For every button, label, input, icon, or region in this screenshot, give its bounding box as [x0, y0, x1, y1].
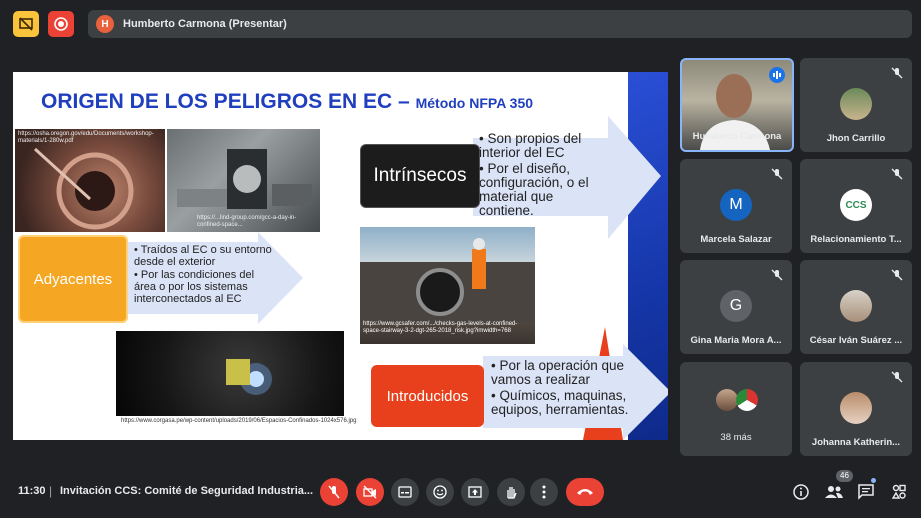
- adyacentes-label: Adyacentes: [33, 270, 113, 288]
- photo3-caption: https://www.gcsafer.com/.../checks-gas-l…: [363, 321, 518, 334]
- more-avatar-1: [716, 389, 738, 411]
- participant-name: Humberto Carmona: [692, 131, 782, 142]
- presenter-avatar: H: [96, 15, 114, 33]
- mic-off-icon: [771, 269, 783, 281]
- shared-slide: ORIGEN DE LOS PELIGROS EN EC – Método NF…: [13, 72, 668, 440]
- slide-title: ORIGEN DE LOS PELIGROS EN EC – Método NF…: [41, 90, 533, 114]
- introducidos-bullet-2: • Químicos, maquinas, equipos, herramien…: [491, 388, 629, 417]
- hand-icon: [507, 487, 517, 499]
- more-vert-icon: [542, 485, 546, 499]
- photo2-caption: https://...lind-group.com/gcc-a-day-in-c…: [197, 215, 297, 228]
- chat-notification-dot: [871, 478, 876, 483]
- participant-avatar: [840, 290, 872, 322]
- reactions-button[interactable]: [426, 478, 454, 506]
- participant-tile-gina[interactable]: G Gina Maria Mora A...: [680, 260, 792, 354]
- presentation-stop-button[interactable]: [13, 11, 39, 37]
- separator: |: [49, 484, 53, 498]
- intrinsecos-bullet-2: • Por el diseño, configuración, o el mat…: [479, 161, 589, 218]
- raise-hand-button[interactable]: [497, 478, 525, 506]
- participant-avatar: M: [720, 189, 752, 221]
- people-icon: [825, 486, 843, 498]
- ccs-logo: CCS: [845, 199, 867, 211]
- present-button[interactable]: [461, 478, 489, 506]
- present-icon: [468, 486, 482, 498]
- intrinsecos-label-box: Intrínsecos: [360, 144, 480, 208]
- participant-tile-marcela[interactable]: M Marcela Salazar: [680, 159, 792, 253]
- people-button[interactable]: [820, 478, 848, 506]
- presenter-label: Humberto Carmona (Presentar): [123, 18, 287, 30]
- participant-name: Gina Maria Mora A...: [690, 335, 782, 346]
- mic-off-icon: [891, 269, 903, 281]
- participant-avatar: [840, 392, 872, 424]
- audio-wave-icon: [773, 71, 781, 79]
- mic-off-icon: [891, 371, 903, 383]
- slide-photo-worker: https://www.gcsafer.com/.../checks-gas-l…: [360, 227, 535, 344]
- introducidos-bullet-1: • Por la operación que vamos a realizar: [491, 358, 625, 387]
- introducidos-label-box: Introducidos: [371, 365, 484, 427]
- meeting-info-button[interactable]: [787, 478, 815, 506]
- captions-icon: [398, 486, 412, 498]
- participant-tile-more[interactable]: 38 más: [680, 362, 792, 456]
- more-options-button[interactable]: [530, 478, 558, 506]
- emoji-icon: [433, 485, 447, 499]
- mic-off-icon: [328, 485, 340, 499]
- participant-tile-humberto[interactable]: Humberto Carmona: [680, 58, 794, 152]
- participant-tile-relacionamiento[interactable]: CCS Relacionamiento T...: [800, 159, 912, 253]
- photo1-caption: https://osha.oregon.gov/edu/Documents/wo…: [18, 131, 154, 144]
- leave-call-button[interactable]: [566, 478, 604, 506]
- more-avatar-2: [736, 389, 758, 411]
- slide-photo-welding: [116, 331, 344, 416]
- phone-hangup-icon: [577, 489, 593, 495]
- record-icon: [54, 17, 68, 31]
- adyacentes-bullet-2: • Por las condiciones del área o por los…: [134, 269, 255, 305]
- more-participants-label: 38 más: [720, 432, 752, 443]
- participant-name: Relacionamiento T...: [810, 234, 902, 245]
- participant-name: Johanna Katherin...: [811, 437, 901, 448]
- info-icon: [793, 484, 809, 500]
- chat-button[interactable]: [852, 478, 880, 506]
- slide-title-main: ORIGEN DE LOS PELIGROS EN EC –: [41, 90, 410, 113]
- meeting-title[interactable]: Invitación CCS: Comité de Seguridad Indu…: [60, 485, 313, 497]
- adyacentes-label-box: Adyacentes: [18, 235, 128, 323]
- participant-name: Jhon Carrillo: [826, 133, 886, 144]
- speaking-indicator: [769, 67, 785, 83]
- chat-icon: [858, 484, 874, 500]
- participant-avatar: CCS: [840, 189, 872, 221]
- intrinsecos-bullet-1: • Son propios del interior del EC: [479, 131, 582, 160]
- recording-button[interactable]: [48, 11, 74, 37]
- participants-count-badge: 46: [836, 470, 853, 482]
- slide-title-sub: Método NFPA 350: [415, 95, 534, 111]
- mic-off-icon: [891, 67, 903, 79]
- adyacentes-bullet-1: • Traídos al EC o su entorno desde el ex…: [134, 244, 272, 268]
- slide-photo-machinery: https://...lind-group.com/gcc-a-day-in-c…: [167, 129, 320, 232]
- participant-tile-johanna[interactable]: Johanna Katherin...: [800, 362, 912, 456]
- intrinsecos-label: Intrínsecos: [373, 165, 467, 186]
- captions-button[interactable]: [391, 478, 419, 506]
- meeting-time: 11:30: [18, 485, 46, 497]
- mic-off-icon: [771, 168, 783, 180]
- camera-toggle-button[interactable]: [356, 478, 384, 506]
- participant-name: César Iván Suárez ...: [809, 335, 903, 346]
- presenter-banner[interactable]: H Humberto Carmona (Presentar): [88, 10, 912, 38]
- present-off-icon: [19, 17, 33, 31]
- introducidos-label: Introducidos: [386, 387, 469, 405]
- photo4-caption: https://www.corgasa.pe/wp-content/upload…: [121, 418, 357, 424]
- participant-tile-jhon[interactable]: Jhon Carrillo: [800, 58, 912, 152]
- participant-avatar: [840, 88, 872, 120]
- slide-photo-pipe: https://osha.oregon.gov/edu/Documents/wo…: [15, 129, 165, 232]
- participant-name: Marcela Salazar: [700, 234, 772, 245]
- activities-button[interactable]: [885, 478, 913, 506]
- mic-toggle-button[interactable]: [320, 478, 348, 506]
- mic-off-icon: [891, 168, 903, 180]
- participant-tile-cesar[interactable]: César Iván Suárez ...: [800, 260, 912, 354]
- camera-off-icon: [363, 485, 377, 499]
- participant-avatar: G: [720, 290, 752, 322]
- activities-icon: [891, 484, 906, 499]
